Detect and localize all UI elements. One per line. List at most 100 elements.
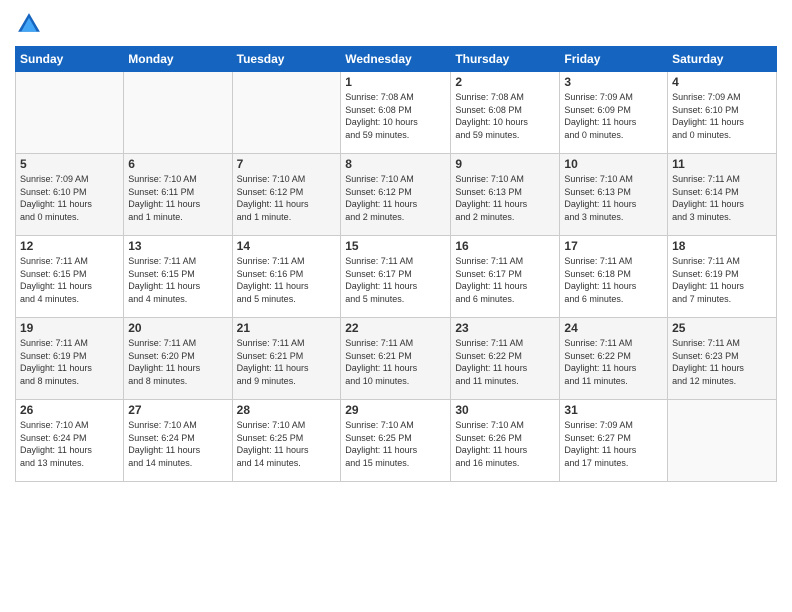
header	[15, 10, 777, 38]
week-row-1: 1 Sunrise: 7:08 AM Sunset: 6:08 PM Daylig…	[16, 72, 777, 154]
day-cell: 24 Sunrise: 7:11 AM Sunset: 6:22 PM Dayli…	[560, 318, 668, 400]
day-number: 16	[455, 239, 555, 253]
day-info: Sunrise: 7:10 AM Sunset: 6:24 PM Dayligh…	[128, 419, 227, 469]
day-header-thursday: Thursday	[451, 47, 560, 72]
day-cell: 17 Sunrise: 7:11 AM Sunset: 6:18 PM Dayli…	[560, 236, 668, 318]
day-cell: 11 Sunrise: 7:11 AM Sunset: 6:14 PM Dayli…	[668, 154, 777, 236]
day-cell: 2Sunrise: 7:08 AM Sunset: 6:08 PM Daylig…	[451, 72, 560, 154]
day-cell: 30 Sunrise: 7:10 AM Sunset: 6:26 PM Dayli…	[451, 400, 560, 482]
day-info: Sunrise: 7:11 AM Sunset: 6:18 PM Dayligh…	[564, 255, 663, 305]
day-number: 29	[345, 403, 446, 417]
day-info: Sunrise: 7:11 AM Sunset: 6:21 PM Dayligh…	[237, 337, 337, 387]
day-info: Sunrise: 7:10 AM Sunset: 6:12 PM Dayligh…	[237, 173, 337, 223]
day-cell: 4 Sunrise: 7:09 AM Sunset: 6:10 PM Daylig…	[668, 72, 777, 154]
logo	[15, 10, 47, 38]
day-cell: 8Sunrise: 7:10 AM Sunset: 6:12 PM Daylig…	[341, 154, 451, 236]
day-header-friday: Friday	[560, 47, 668, 72]
day-info: Sunrise: 7:11 AM Sunset: 6:19 PM Dayligh…	[672, 255, 772, 305]
day-info: Sunrise: 7:09 AM Sunset: 6:10 PM Dayligh…	[20, 173, 119, 223]
day-number: 28	[237, 403, 337, 417]
day-info: Sunrise: 7:11 AM Sunset: 6:22 PM Dayligh…	[455, 337, 555, 387]
day-info: Sunrise: 7:10 AM Sunset: 6:11 PM Dayligh…	[128, 173, 227, 223]
week-row-4: 19Sunrise: 7:11 AM Sunset: 6:19 PM Dayli…	[16, 318, 777, 400]
day-info: Sunrise: 7:11 AM Sunset: 6:14 PM Dayligh…	[672, 173, 772, 223]
day-cell	[16, 72, 124, 154]
day-header-wednesday: Wednesday	[341, 47, 451, 72]
day-number: 22	[345, 321, 446, 335]
day-number: 7	[237, 157, 337, 171]
day-info: Sunrise: 7:11 AM Sunset: 6:21 PM Dayligh…	[345, 337, 446, 387]
day-cell: 6 Sunrise: 7:10 AM Sunset: 6:11 PM Daylig…	[124, 154, 232, 236]
day-cell	[232, 72, 341, 154]
day-number: 14	[237, 239, 337, 253]
day-cell: 23 Sunrise: 7:11 AM Sunset: 6:22 PM Dayli…	[451, 318, 560, 400]
day-info: Sunrise: 7:11 AM Sunset: 6:23 PM Dayligh…	[672, 337, 772, 387]
day-cell: 19Sunrise: 7:11 AM Sunset: 6:19 PM Dayli…	[16, 318, 124, 400]
day-cell: 31 Sunrise: 7:09 AM Sunset: 6:27 PM Dayli…	[560, 400, 668, 482]
day-cell: 20Sunrise: 7:11 AM Sunset: 6:20 PM Dayli…	[124, 318, 232, 400]
day-info: Sunrise: 7:11 AM Sunset: 6:17 PM Dayligh…	[345, 255, 446, 305]
day-info: Sunrise: 7:11 AM Sunset: 6:16 PM Dayligh…	[237, 255, 337, 305]
logo-icon	[15, 10, 43, 38]
day-number: 1	[345, 75, 446, 89]
day-cell	[668, 400, 777, 482]
day-number: 4	[672, 75, 772, 89]
day-number: 2	[455, 75, 555, 89]
day-number: 24	[564, 321, 663, 335]
day-cell: 15Sunrise: 7:11 AM Sunset: 6:17 PM Dayli…	[341, 236, 451, 318]
day-cell: 27 Sunrise: 7:10 AM Sunset: 6:24 PM Dayli…	[124, 400, 232, 482]
day-info: Sunrise: 7:09 AM Sunset: 6:10 PM Dayligh…	[672, 91, 772, 141]
day-cell: 16 Sunrise: 7:11 AM Sunset: 6:17 PM Dayli…	[451, 236, 560, 318]
day-number: 17	[564, 239, 663, 253]
day-number: 9	[455, 157, 555, 171]
day-cell: 3 Sunrise: 7:09 AM Sunset: 6:09 PM Daylig…	[560, 72, 668, 154]
day-info: Sunrise: 7:11 AM Sunset: 6:15 PM Dayligh…	[20, 255, 119, 305]
calendar: SundayMondayTuesdayWednesdayThursdayFrid…	[15, 46, 777, 482]
day-info: Sunrise: 7:10 AM Sunset: 6:26 PM Dayligh…	[455, 419, 555, 469]
day-number: 30	[455, 403, 555, 417]
day-cell	[124, 72, 232, 154]
day-number: 12	[20, 239, 119, 253]
day-cell: 9Sunrise: 7:10 AM Sunset: 6:13 PM Daylig…	[451, 154, 560, 236]
day-number: 13	[128, 239, 227, 253]
day-info: Sunrise: 7:09 AM Sunset: 6:09 PM Dayligh…	[564, 91, 663, 141]
day-cell: 29 Sunrise: 7:10 AM Sunset: 6:25 PM Dayli…	[341, 400, 451, 482]
day-cell: 22 Sunrise: 7:11 AM Sunset: 6:21 PM Dayli…	[341, 318, 451, 400]
day-number: 18	[672, 239, 772, 253]
day-number: 26	[20, 403, 119, 417]
day-info: Sunrise: 7:10 AM Sunset: 6:25 PM Dayligh…	[237, 419, 337, 469]
day-number: 5	[20, 157, 119, 171]
day-number: 21	[237, 321, 337, 335]
day-header-tuesday: Tuesday	[232, 47, 341, 72]
week-row-3: 12 Sunrise: 7:11 AM Sunset: 6:15 PM Dayli…	[16, 236, 777, 318]
day-number: 27	[128, 403, 227, 417]
day-number: 23	[455, 321, 555, 335]
day-cell: 13Sunrise: 7:11 AM Sunset: 6:15 PM Dayli…	[124, 236, 232, 318]
day-number: 6	[128, 157, 227, 171]
day-info: Sunrise: 7:11 AM Sunset: 6:22 PM Dayligh…	[564, 337, 663, 387]
week-row-5: 26 Sunrise: 7:10 AM Sunset: 6:24 PM Dayli…	[16, 400, 777, 482]
day-cell: 5 Sunrise: 7:09 AM Sunset: 6:10 PM Daylig…	[16, 154, 124, 236]
day-number: 11	[672, 157, 772, 171]
day-cell: 26 Sunrise: 7:10 AM Sunset: 6:24 PM Dayli…	[16, 400, 124, 482]
day-info: Sunrise: 7:11 AM Sunset: 6:20 PM Dayligh…	[128, 337, 227, 387]
day-info: Sunrise: 7:10 AM Sunset: 6:24 PM Dayligh…	[20, 419, 119, 469]
day-info: Sunrise: 7:11 AM Sunset: 6:17 PM Dayligh…	[455, 255, 555, 305]
day-cell: 25 Sunrise: 7:11 AM Sunset: 6:23 PM Dayli…	[668, 318, 777, 400]
day-info: Sunrise: 7:11 AM Sunset: 6:19 PM Dayligh…	[20, 337, 119, 387]
day-info: Sunrise: 7:10 AM Sunset: 6:25 PM Dayligh…	[345, 419, 446, 469]
day-header-sunday: Sunday	[16, 47, 124, 72]
day-info: Sunrise: 7:10 AM Sunset: 6:12 PM Dayligh…	[345, 173, 446, 223]
day-info: Sunrise: 7:08 AM Sunset: 6:08 PM Dayligh…	[345, 91, 446, 141]
day-cell: 18 Sunrise: 7:11 AM Sunset: 6:19 PM Dayli…	[668, 236, 777, 318]
day-cell: 21 Sunrise: 7:11 AM Sunset: 6:21 PM Dayli…	[232, 318, 341, 400]
day-cell: 12 Sunrise: 7:11 AM Sunset: 6:15 PM Dayli…	[16, 236, 124, 318]
day-cell: 28 Sunrise: 7:10 AM Sunset: 6:25 PM Dayli…	[232, 400, 341, 482]
week-row-2: 5 Sunrise: 7:09 AM Sunset: 6:10 PM Daylig…	[16, 154, 777, 236]
day-number: 25	[672, 321, 772, 335]
day-cell: 1 Sunrise: 7:08 AM Sunset: 6:08 PM Daylig…	[341, 72, 451, 154]
day-info: Sunrise: 7:09 AM Sunset: 6:27 PM Dayligh…	[564, 419, 663, 469]
day-cell: 7 Sunrise: 7:10 AM Sunset: 6:12 PM Daylig…	[232, 154, 341, 236]
day-number: 3	[564, 75, 663, 89]
day-number: 31	[564, 403, 663, 417]
